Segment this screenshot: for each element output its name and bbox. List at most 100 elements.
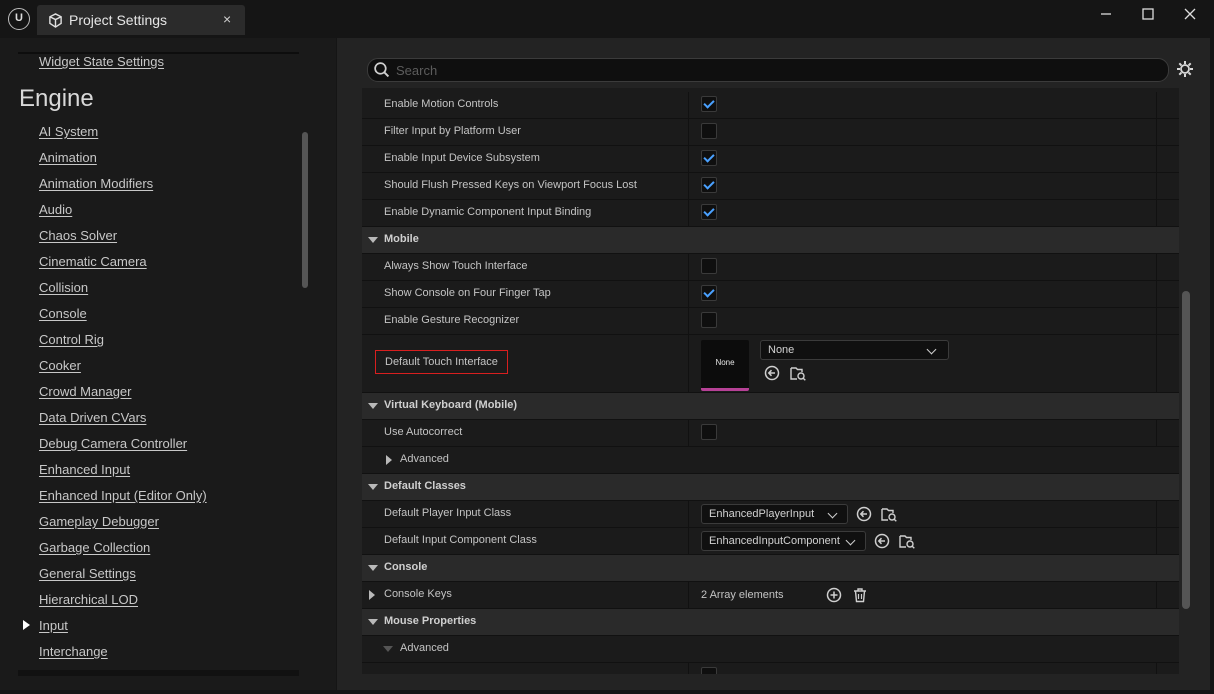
collapse-caret-icon: [368, 484, 378, 490]
minimize-button[interactable]: [1086, 4, 1126, 28]
sidebar-item-console[interactable]: Console: [39, 306, 87, 321]
checkbox-enable-motion-controls[interactable]: [701, 96, 717, 112]
sidebar-item-ai-system[interactable]: AI System: [39, 124, 98, 139]
checkbox-filter-input-by-platform-user[interactable]: [701, 123, 717, 139]
column-divider: [688, 119, 689, 145]
row-show-console-on-four-finger-tap: Show Console on Four Finger Tap: [362, 281, 1179, 308]
sidebar-item-widget-state-settings[interactable]: Widget State Settings: [39, 54, 164, 69]
search-box[interactable]: [367, 58, 1169, 82]
details-panel: Enable Motion Controls Filter Input by P…: [337, 38, 1210, 690]
property-grid: Enable Motion Controls Filter Input by P…: [362, 88, 1179, 674]
row-partially-visible: [362, 663, 1179, 674]
column-divider: [688, 501, 689, 527]
checkbox-use-autocorrect[interactable]: [701, 424, 717, 440]
collapse-caret-icon: [368, 565, 378, 571]
column-divider: [688, 146, 689, 172]
use-selected-class-icon[interactable]: [874, 533, 890, 549]
sidebar-item-animation[interactable]: Animation: [39, 150, 97, 165]
column-divider: [1156, 173, 1157, 199]
sidebar-item-enhanced-input-editor-only[interactable]: Enhanced Input (Editor Only): [39, 488, 207, 503]
touch-interface-dropdown[interactable]: None: [760, 340, 949, 360]
category-mobile[interactable]: Mobile: [362, 227, 1179, 254]
row-advanced-virtual-keyboard[interactable]: Advanced: [362, 447, 1179, 474]
column-divider: [1156, 92, 1157, 118]
row-default-player-input-class: Default Player Input Class EnhancedPlaye…: [362, 501, 1179, 528]
sidebar-item-interchange[interactable]: Interchange: [39, 644, 108, 659]
search-icon: [374, 62, 390, 78]
property-label: Should Flush Pressed Keys on Viewport Fo…: [384, 179, 637, 191]
browse-class-icon[interactable]: [881, 506, 897, 522]
use-selected-asset-icon[interactable]: [764, 365, 780, 381]
row-advanced-mouse[interactable]: Advanced: [362, 636, 1179, 663]
sidebar-item-audio[interactable]: Audio: [39, 202, 72, 217]
collapse-caret-icon: [368, 403, 378, 409]
asset-thumbnail[interactable]: None: [701, 340, 749, 391]
details-scrollbar[interactable]: [1182, 291, 1190, 609]
category-mouse-properties[interactable]: Mouse Properties: [362, 609, 1179, 636]
property-label: Enable Dynamic Component Input Binding: [384, 206, 592, 218]
dropdown-value: EnhancedPlayerInput: [709, 508, 815, 520]
checkbox-enable-dynamic-component-input-binding[interactable]: [701, 204, 717, 220]
category-label: Default Classes: [384, 480, 466, 492]
checkbox-show-console-on-four-finger-tap[interactable]: [701, 285, 717, 301]
player-input-class-dropdown[interactable]: EnhancedPlayerInput: [701, 504, 848, 524]
column-divider: [1156, 281, 1157, 307]
column-divider: [1156, 335, 1157, 392]
category-console[interactable]: Console: [362, 555, 1179, 582]
sidebar-item-hierarchical-lod[interactable]: Hierarchical LOD: [39, 592, 138, 607]
sidebar-item-gameplay-debugger[interactable]: Gameplay Debugger: [39, 514, 159, 529]
property-label: Console Keys: [384, 588, 452, 600]
property-label: Always Show Touch Interface: [384, 260, 528, 272]
sidebar-item-general-settings[interactable]: General Settings: [39, 566, 136, 581]
sidebar-item-cooker[interactable]: Cooker: [39, 358, 81, 373]
property-label: Filter Input by Platform User: [384, 125, 521, 137]
column-divider: [1156, 663, 1157, 674]
search-input[interactable]: [396, 61, 1156, 79]
sidebar-item-control-rig[interactable]: Control Rig: [39, 332, 104, 347]
checkbox-enable-gesture-recognizer[interactable]: [701, 312, 717, 328]
browse-class-icon[interactable]: [899, 533, 915, 549]
sidebar-item-chaos-solver[interactable]: Chaos Solver: [39, 228, 117, 243]
sidebar-item-cinematic-camera[interactable]: Cinematic Camera: [39, 254, 147, 269]
category-virtual-keyboard[interactable]: Virtual Keyboard (Mobile): [362, 393, 1179, 420]
tab-project-settings[interactable]: Project Settings ×: [37, 5, 245, 35]
category-default-classes[interactable]: Default Classes: [362, 474, 1179, 501]
category-label: Mouse Properties: [384, 615, 477, 627]
column-divider: [688, 528, 689, 554]
gear-icon[interactable]: [1175, 59, 1195, 79]
collapse-caret-icon: [368, 237, 378, 243]
title-bar: U Project Settings ×: [0, 0, 1214, 38]
browse-asset-icon[interactable]: [790, 365, 806, 381]
checkbox-always-show-touch-interface[interactable]: [701, 258, 717, 274]
settings-cube-icon: [49, 13, 62, 28]
sidebar-item-debug-camera-controller[interactable]: Debug Camera Controller: [39, 436, 187, 451]
checkbox-enable-input-device-subsystem[interactable]: [701, 150, 717, 166]
sidebar-item-data-driven-cvars[interactable]: Data Driven CVars: [39, 410, 146, 425]
expand-caret-icon[interactable]: [369, 590, 375, 600]
checkbox-partially-visible[interactable]: [701, 667, 717, 674]
column-divider: [1156, 308, 1157, 334]
column-divider: [688, 200, 689, 226]
input-component-class-dropdown[interactable]: EnhancedInputComponent: [701, 531, 866, 551]
trash-icon[interactable]: [852, 587, 868, 603]
tab-close-icon[interactable]: ×: [223, 11, 231, 27]
unreal-logo-icon[interactable]: U: [8, 8, 30, 30]
sidebar-item-input[interactable]: Input: [39, 618, 68, 633]
sidebar-item-animation-modifiers[interactable]: Animation Modifiers: [39, 176, 153, 191]
sidebar-item-enhanced-input[interactable]: Enhanced Input: [39, 462, 130, 477]
property-label: Enable Gesture Recognizer: [384, 314, 520, 326]
close-window-button[interactable]: [1170, 4, 1210, 28]
row-console-keys: Console Keys 2 Array elements: [362, 582, 1179, 609]
column-divider: [688, 663, 689, 674]
sidebar-item-crowd-manager[interactable]: Crowd Manager: [39, 384, 132, 399]
close-icon: [1184, 8, 1196, 20]
add-element-icon[interactable]: [826, 587, 842, 603]
sidebar-scrollbar[interactable]: [302, 132, 308, 288]
sidebar-item-collision[interactable]: Collision: [39, 280, 88, 295]
row-use-autocorrect: Use Autocorrect: [362, 420, 1179, 447]
maximize-button[interactable]: [1128, 4, 1168, 28]
sidebar-item-garbage-collection[interactable]: Garbage Collection: [39, 540, 150, 555]
use-selected-class-icon[interactable]: [856, 506, 872, 522]
checkbox-should-flush-pressed-keys[interactable]: [701, 177, 717, 193]
column-divider: [1156, 119, 1157, 145]
